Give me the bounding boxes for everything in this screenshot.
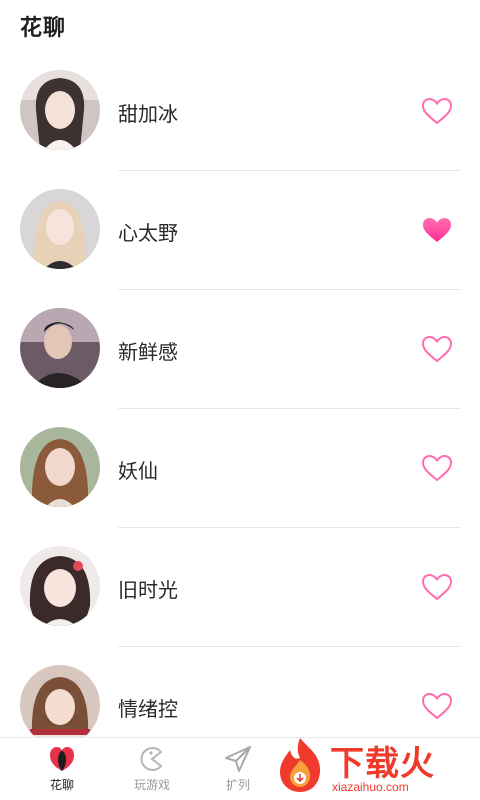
paper-plane-icon xyxy=(225,746,251,772)
contact-name: 情绪控 xyxy=(118,697,178,721)
tab-label: 扩列 xyxy=(225,778,250,792)
tab-label: 玩游戏 xyxy=(133,778,170,792)
watermark-domain: xiazaihuo.com xyxy=(332,780,409,794)
list-item[interactable]: 妖仙 xyxy=(0,409,480,528)
page-title: 花聊 xyxy=(20,16,67,41)
avatar[interactable] xyxy=(20,427,100,507)
list-item[interactable]: 新鲜感 xyxy=(0,290,480,409)
list-item[interactable]: 旧时光 xyxy=(0,528,480,647)
contact-name: 心太野 xyxy=(118,221,178,245)
heart-outline-icon[interactable] xyxy=(421,572,453,602)
watermark-brand: 下载火 xyxy=(330,744,435,784)
heart-outline-icon[interactable] xyxy=(421,691,453,721)
contact-name: 新鲜感 xyxy=(118,340,178,364)
watermark-logo: 下载火 xiazaihuo.com xyxy=(272,734,472,796)
avatar[interactable] xyxy=(20,70,100,150)
flame-logo-icon xyxy=(280,738,320,792)
avatar[interactable] xyxy=(20,546,100,626)
avatar[interactable] xyxy=(20,665,100,745)
tab-games[interactable]: 玩游戏 xyxy=(112,744,192,798)
contact-name: 甜加冰 xyxy=(118,102,178,126)
heart-outline-icon[interactable] xyxy=(421,96,453,126)
flower-chat-icon xyxy=(50,747,74,771)
avatar[interactable] xyxy=(20,189,100,269)
contact-name: 旧时光 xyxy=(118,578,178,602)
bottom-tab-bar: 花聊 玩游戏 扩列 下载火 xiazaihuo.com xyxy=(0,737,480,800)
heart-filled-icon[interactable] xyxy=(421,215,453,245)
tab-flower-chat[interactable]: 花聊 xyxy=(22,744,102,798)
app-header: 花聊 xyxy=(0,0,480,56)
heart-outline-icon[interactable] xyxy=(421,334,453,364)
contact-name: 妖仙 xyxy=(118,459,158,483)
tab-label: 花聊 xyxy=(49,778,74,792)
game-icon xyxy=(140,747,163,771)
avatar[interactable] xyxy=(20,308,100,388)
list-item[interactable]: 甜加冰 xyxy=(0,52,480,171)
tab-expand-list[interactable]: 扩列 xyxy=(198,744,278,798)
contact-list: 甜加冰 心太野 新鲜感 妖仙 旧时光 情绪控 xyxy=(0,52,480,766)
heart-outline-icon[interactable] xyxy=(421,453,453,483)
list-item[interactable]: 心太野 xyxy=(0,171,480,290)
